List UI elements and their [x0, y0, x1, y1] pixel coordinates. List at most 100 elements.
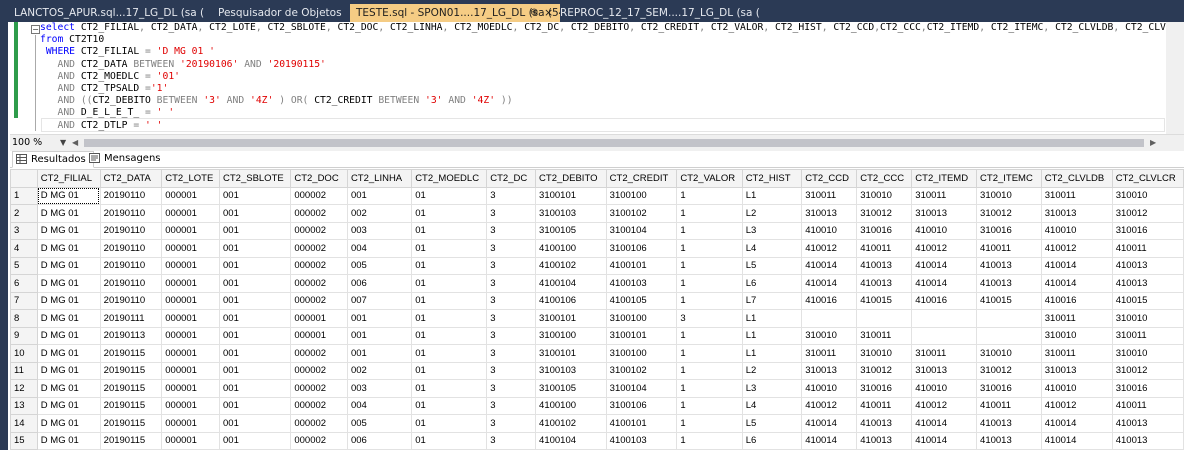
- table-cell[interactable]: L2: [741, 361, 803, 380]
- table-cell[interactable]: 410010: [1040, 221, 1113, 240]
- code-line[interactable]: AND ((CT2_DEBITO BETWEEN '3' AND '4Z' ) …: [40, 95, 1183, 107]
- table-cell[interactable]: 3: [486, 344, 537, 363]
- table-cell[interactable]: 1: [676, 431, 743, 450]
- table-cell[interactable]: 000001: [161, 291, 220, 310]
- table-cell[interactable]: 410014: [1040, 414, 1113, 433]
- table-cell[interactable]: 410011: [856, 239, 913, 258]
- table-cell[interactable]: 01: [411, 414, 488, 433]
- table-cell[interactable]: 410012: [911, 239, 978, 258]
- table-cell[interactable]: 3100100: [605, 186, 678, 205]
- scroll-left-icon[interactable]: ◀: [72, 136, 78, 150]
- row-number[interactable]: 8: [10, 309, 38, 328]
- table-cell[interactable]: 000002: [290, 379, 348, 398]
- column-header[interactable]: CT2_CCD: [801, 169, 858, 188]
- table-cell[interactable]: 3100106: [605, 396, 678, 415]
- table-cell[interactable]: D MG 01: [36, 326, 101, 345]
- table-cell[interactable]: 3100101: [605, 326, 678, 345]
- table-cell[interactable]: 310011: [1111, 326, 1184, 345]
- table-cell[interactable]: 410010: [911, 379, 978, 398]
- table-cell[interactable]: 4100101: [605, 256, 678, 275]
- table-cell[interactable]: 000001: [290, 309, 348, 328]
- table-row[interactable]: 8D MG 01 20190111 000001 001 000001 001 01 3 310…: [10, 309, 1184, 328]
- table-cell[interactable]: 001: [218, 431, 292, 450]
- table-cell[interactable]: 000002: [290, 414, 348, 433]
- table-cell[interactable]: 310010: [856, 186, 913, 205]
- table-cell[interactable]: 410010: [801, 221, 858, 240]
- table-cell[interactable]: 3100100: [605, 344, 678, 363]
- table-cell[interactable]: 20190115: [99, 431, 163, 450]
- table-cell[interactable]: 310011: [911, 344, 978, 363]
- table-cell[interactable]: 410015: [1111, 291, 1184, 310]
- code-line[interactable]: AND CT2_MOEDLC = '01': [40, 71, 1183, 83]
- table-cell[interactable]: 001: [218, 186, 292, 205]
- column-header[interactable]: CT2_ITEMC: [976, 169, 1042, 188]
- table-cell[interactable]: 01: [411, 361, 488, 380]
- table-cell[interactable]: 410011: [976, 396, 1042, 415]
- table-cell[interactable]: 3: [486, 431, 537, 450]
- row-number[interactable]: 3: [10, 221, 38, 240]
- table-cell[interactable]: 000002: [290, 274, 348, 293]
- table-cell[interactable]: 3: [486, 414, 537, 433]
- table-cell[interactable]: L3: [741, 379, 803, 398]
- table-cell[interactable]: D MG 01: [36, 239, 101, 258]
- table-cell[interactable]: 004: [346, 239, 413, 258]
- tab-teste-sql[interactable]: TESTE.sql - SPON01....17_LG_DL (sa (54))…: [350, 4, 560, 22]
- table-cell[interactable]: 01: [411, 379, 488, 398]
- table-row[interactable]: 13 D MG 01 20190115 000001 001 000002 004 01 3 41…: [10, 396, 1184, 415]
- table-cell[interactable]: 20190110: [99, 221, 163, 240]
- tab-resultados[interactable]: Resultados: [12, 151, 94, 168]
- table-cell[interactable]: D MG 01: [36, 344, 101, 363]
- table-cell[interactable]: 001: [218, 291, 292, 310]
- table-cell[interactable]: L1: [741, 326, 803, 345]
- table-cell[interactable]: 3: [486, 221, 537, 240]
- table-cell[interactable]: 000002: [290, 186, 348, 205]
- table-cell[interactable]: 310010: [1111, 186, 1184, 205]
- row-number[interactable]: 2: [10, 204, 38, 223]
- table-cell[interactable]: 4100104: [535, 274, 607, 293]
- table-cell[interactable]: 01: [411, 309, 488, 328]
- table-cell[interactable]: 4100102: [535, 256, 607, 275]
- table-cell[interactable]: 310011: [911, 186, 978, 205]
- table-cell[interactable]: 006: [346, 431, 413, 450]
- table-cell[interactable]: 000001: [161, 186, 220, 205]
- table-cell[interactable]: [856, 309, 913, 328]
- table-cell[interactable]: 000001: [161, 344, 220, 363]
- row-number-header[interactable]: [10, 169, 38, 188]
- table-cell[interactable]: 310013: [801, 204, 858, 223]
- table-cell[interactable]: D MG 01: [36, 396, 101, 415]
- table-cell[interactable]: 01: [411, 396, 488, 415]
- table-row[interactable]: 2D MG 01 20190110 000001 001 000002 002 01 3 310…: [10, 204, 1184, 223]
- table-cell[interactable]: D MG 01: [36, 414, 101, 433]
- table-cell[interactable]: L1: [741, 309, 803, 328]
- table-cell[interactable]: 310013: [1040, 361, 1113, 380]
- table-cell[interactable]: 310010: [976, 186, 1042, 205]
- table-cell[interactable]: 410014: [1040, 431, 1113, 450]
- table-cell[interactable]: 310010: [801, 326, 858, 345]
- table-cell[interactable]: 4100100: [535, 396, 607, 415]
- table-cell[interactable]: 410015: [976, 291, 1042, 310]
- table-cell[interactable]: 1: [676, 239, 743, 258]
- table-cell[interactable]: 410011: [856, 396, 913, 415]
- column-header[interactable]: CT2_MOEDLC: [411, 169, 488, 188]
- table-cell[interactable]: L7: [741, 291, 803, 310]
- table-cell[interactable]: 410016: [911, 291, 978, 310]
- table-cell[interactable]: 310011: [1040, 344, 1113, 363]
- table-cell[interactable]: D MG 01: [36, 204, 101, 223]
- table-cell[interactable]: 310010: [856, 344, 913, 363]
- table-cell[interactable]: 000001: [161, 256, 220, 275]
- column-header[interactable]: CT2_VALOR: [676, 169, 743, 188]
- column-header[interactable]: CT2_CLVLDB: [1040, 169, 1113, 188]
- table-cell[interactable]: 000002: [290, 344, 348, 363]
- table-cell[interactable]: 001: [218, 396, 292, 415]
- table-cell[interactable]: 410012: [801, 396, 858, 415]
- table-cell[interactable]: 001: [346, 186, 413, 205]
- table-cell[interactable]: 410013: [856, 414, 913, 433]
- table-cell[interactable]: 3100101: [535, 344, 607, 363]
- sql-code[interactable]: select CT2_FILIAL, CT2_DATA, CT2_LOTE, C…: [40, 22, 1183, 132]
- table-cell[interactable]: 410013: [976, 256, 1042, 275]
- code-line[interactable]: AND CT2_TPSALD ='1': [40, 83, 1183, 95]
- table-row[interactable]: 5D MG 01 20190110 000001 001 000002 005 01 3 410…: [10, 256, 1184, 275]
- table-cell[interactable]: 410016: [801, 291, 858, 310]
- zoom-dropdown-icon[interactable]: ▼: [60, 136, 66, 150]
- table-cell[interactable]: 1: [676, 361, 743, 380]
